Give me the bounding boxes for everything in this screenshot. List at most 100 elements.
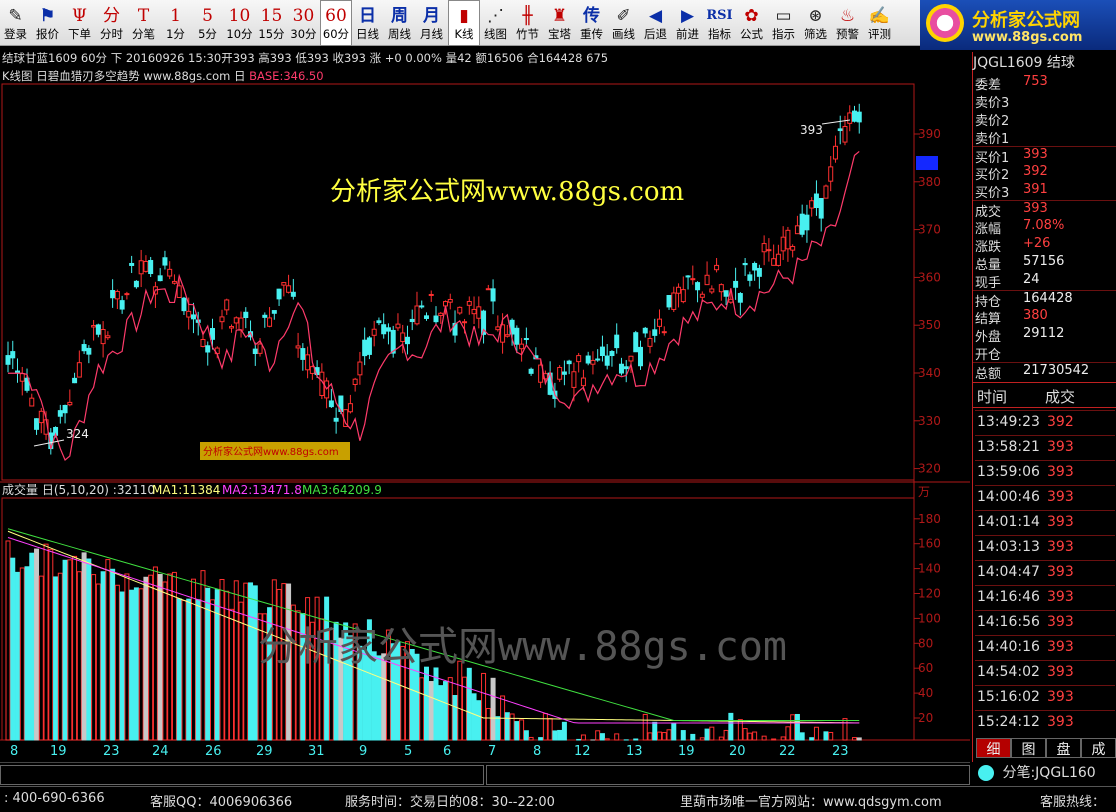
toolbar-button-5min[interactable]: 5 5分 (192, 0, 224, 46)
candle-body (224, 299, 230, 311)
quote-value: 391 (1023, 182, 1048, 197)
toolbar-button-day[interactable]: 日日线 (352, 0, 384, 46)
toolbar-button-month[interactable]: 月月线 (416, 0, 448, 46)
toolbar-label: 60分 (322, 27, 350, 41)
toolbar-button-forward[interactable]: ▶ 前进 (672, 0, 704, 46)
toolbar-button-tick[interactable]: T 分笔 (128, 0, 160, 46)
toolbar-button-back[interactable]: ◀ 后退 (640, 0, 672, 46)
volume-bar (552, 730, 558, 741)
volume-bar (557, 729, 563, 741)
volume-bar (419, 677, 425, 741)
candle-body (447, 298, 453, 303)
candle-body (438, 312, 444, 316)
toolbar-button-tower[interactable]: ♜ 宝塔 (544, 0, 576, 46)
x-axis-label: 29 (256, 744, 273, 759)
toolbar-button-60min[interactable]: 60 60分 (320, 0, 352, 46)
sidebar-tab[interactable]: 成 (1081, 738, 1116, 758)
toolbar-button-bamboo[interactable]: ╫ 竹节 (512, 0, 544, 46)
volume-bar (828, 731, 834, 741)
candle-body (680, 289, 686, 303)
trade-price: 393 (1047, 589, 1074, 605)
volume-tick-label: 180 (918, 512, 941, 526)
base-label: BASE:346.50 (249, 69, 324, 83)
toolbar-button-minute[interactable]: 分分时 (96, 0, 128, 46)
candle-body (671, 292, 677, 310)
volume-bar (86, 558, 92, 741)
volume-bar (67, 559, 73, 741)
volume-bar (152, 566, 158, 741)
candle-body (676, 286, 682, 294)
toolbar-button-1min[interactable]: 1 1分 (160, 0, 192, 46)
candle-body (328, 400, 334, 408)
candle-body (756, 267, 762, 277)
candle-body (790, 246, 796, 251)
trade-row: 14:16:56 393 (975, 610, 1115, 635)
toolbar-button-line-chart[interactable]: ⋰ 线图 (480, 0, 512, 46)
toolbar-label: 前进 (676, 27, 699, 41)
candle-body (733, 280, 739, 288)
kline-chart-canvas[interactable]: 3903803703603503403303201801601401201008… (0, 0, 970, 760)
volume-bar (771, 738, 777, 741)
volume-bar (523, 730, 529, 741)
toolbar-button-formula[interactable]: ✿ 公式 (736, 0, 768, 46)
toolbar-button-10min[interactable]: 10 10分 (224, 0, 256, 46)
volume-bar (723, 729, 729, 741)
horizontal-scroll-area[interactable] (0, 762, 970, 786)
volume-bar (219, 578, 225, 741)
toolbar-button-quote[interactable]: ⚑ 报价 (32, 0, 64, 46)
volume-bar (457, 660, 463, 741)
volume-bar (81, 552, 87, 741)
chart-title: K线图 日碧血猎刃多空趋势 www.88gs.com 日 (2, 69, 246, 83)
candle-body (599, 346, 605, 356)
candle-body (286, 285, 292, 293)
chart-area[interactable]: 390 380 370 360 350 340 330 320 180 160 140 120 100 8… (0, 0, 970, 812)
volume-bar (813, 726, 819, 741)
sidebar-tab[interactable]: 细 (976, 738, 1011, 758)
candle-body (466, 301, 472, 306)
trade-time: 14:16:56 (977, 614, 1040, 630)
volume-tick-label: 160 (918, 537, 941, 551)
candle-body (628, 355, 634, 362)
candle-body (557, 366, 563, 380)
toolbar-button-order[interactable]: Ψ 下单 (64, 0, 96, 46)
toolbar-button-binoculars[interactable]: ⊛ 筛选 (800, 0, 832, 46)
scrollbar-track-right[interactable] (486, 765, 970, 785)
toolbar-label: 预警 (836, 27, 859, 41)
toolbar-button-kline[interactable]: ▮ K线 (448, 0, 480, 46)
toolbar-button-indicator[interactable]: ▭ 指示 (768, 0, 800, 46)
volume-bar (476, 700, 482, 741)
candle-body (95, 324, 101, 335)
toolbar-button-30min[interactable]: 30 30分 (288, 0, 320, 46)
volume-bar (110, 568, 116, 741)
toolbar-button-reload[interactable]: 传重传 (576, 0, 608, 46)
sidebar-tab[interactable]: 盘 (1046, 738, 1081, 758)
toolbar-button-rsi[interactable]: RSI 指标 (704, 0, 736, 46)
sidebar-tab[interactable]: 图 (1011, 738, 1046, 758)
volume-bar (162, 581, 168, 741)
contract-code: JQGL1609 结球 (973, 55, 1075, 71)
toolbar-button-draw[interactable]: ✐ 画线 (608, 0, 640, 46)
indicator-icon: ▭ (775, 6, 792, 26)
volume-bar (57, 572, 63, 741)
tick-icon: T (137, 6, 150, 26)
candle-body (333, 417, 339, 422)
toolbar-button-alarm[interactable]: ♨ 预警 (832, 0, 864, 46)
volume-bar (114, 584, 120, 741)
quote-row: 总量 57156 (973, 254, 1116, 273)
volume-bar (580, 734, 586, 741)
x-axis-label: 31 (308, 744, 325, 759)
alarm-icon: ♨ (839, 6, 856, 26)
toolbar-label: 公式 (740, 27, 763, 41)
quote-row: 买价3 391 (973, 182, 1116, 201)
toolbar-button-15min[interactable]: 15 15分 (256, 0, 288, 46)
toolbar-button-week[interactable]: 周周线 (384, 0, 416, 46)
toolbar-button-review[interactable]: ✍ 评测 (864, 0, 896, 46)
candle-body (243, 311, 249, 319)
scrollbar-track-left[interactable] (0, 765, 484, 785)
reload-icon: 传 (583, 6, 600, 26)
toolbar-button-pencil[interactable]: ✎ 登录 (0, 0, 32, 46)
candle-body (504, 334, 510, 337)
quote-row: 成交 393 (973, 200, 1116, 220)
tick-tab[interactable]: 分笔:JQGL160 (976, 762, 1116, 784)
volume-bar (233, 580, 239, 741)
